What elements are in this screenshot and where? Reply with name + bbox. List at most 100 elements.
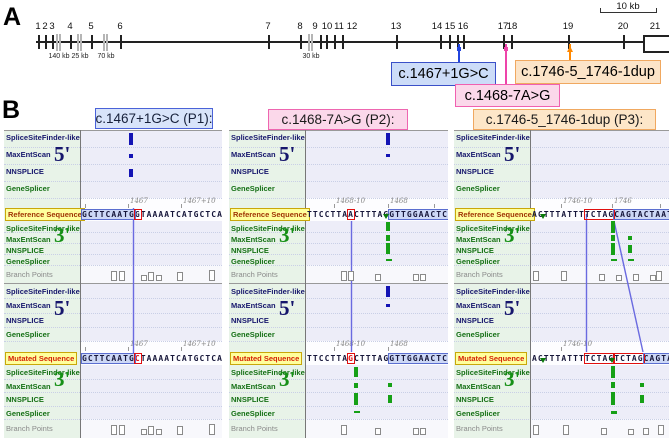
branch-point-glyph [563,425,569,435]
tool-label-nnsplice: NNSPLICE [231,167,269,176]
gap-slash [311,34,313,51]
ruler-tick [128,347,129,351]
branch-point-glyph [111,425,117,435]
tool-label-genesplicer: GeneSplicer [6,409,50,418]
exon-tick [91,35,93,49]
tool-label-maxentscan: MaxEntScan [231,301,276,310]
ruler-position-label: 1467+10 [183,340,216,348]
ruler-tick [388,204,389,208]
branch-point-glyph [141,275,147,281]
reference-sequence-label: Reference Sequence [5,208,85,221]
branch-points-label: Branch Points [231,424,278,433]
branch-point-glyph [209,424,215,435]
gap-slash [80,34,82,51]
gap-distance-label: 25 kb [71,53,88,60]
branch-point-glyph [375,274,381,281]
acceptor-score-bar [386,235,390,241]
acceptor-site-triangle-marker [383,214,389,219]
label-data-divider [530,130,531,438]
exon-number: 18 [507,21,518,32]
branch-point-glyph [601,428,607,435]
acceptor-score-bar [386,243,390,254]
ruler-tick [85,204,86,208]
acceptor-score-bar [354,383,358,388]
ruler-position-label: 1468 [390,340,408,348]
branch-point-glyph [375,428,381,435]
mutated-sequence-label: Mutated Sequence [5,352,77,365]
three-prime-label: 3' [279,223,295,248]
tool-label-splicesitefinder-like: SpliceSiteFinder-like [456,133,530,142]
exon-number: 12 [347,21,358,32]
tool-label-nnsplice: NNSPLICE [231,246,269,255]
ruler-tick [181,347,182,351]
row-divider [454,180,669,182]
gap-slash [56,34,58,51]
row-divider [229,297,448,299]
exon-tick [342,35,344,49]
ruler-tick [388,347,389,351]
branch-points-label: Branch Points [456,424,503,433]
acceptor-score-bar [628,259,634,261]
mutation-label-c1468: c.1468-7A>G [455,84,560,107]
intron-sequence: TTCCTTA [307,210,348,219]
mutation-dot-marker [457,47,461,51]
acceptor-score-bar [611,259,617,261]
tool-label-genesplicer: GeneSplicer [456,184,500,193]
label-data-divider [80,130,81,438]
dna-sequence: TTCCTTAACTTTAGGTTGGAACTC [307,210,448,220]
gap-slash [59,34,61,51]
donor-score-bar [129,154,133,158]
exon-tick [449,35,451,49]
acceptor-score-bar [640,395,644,403]
reference-sequence-label: Reference Sequence [455,208,535,221]
exon-tick [38,35,40,49]
branch-point-glyph [420,274,426,281]
branch-points-label: Branch Points [6,270,53,279]
ruler-tick [334,347,335,351]
acceptor-site-triangle-marker [540,214,546,219]
row-divider [454,340,669,342]
intron-sequence: TAAAATCATGCTCA [141,354,222,363]
exon-number: 7 [265,21,270,32]
exon-tick [463,35,465,49]
column-header-p3: c.1746-5_1746-1dup (P3): [473,109,656,130]
ruler-position-label: 1467 [130,197,148,205]
exon-tick [70,35,72,49]
gap-distance-label: 30 kb [302,53,319,60]
branch-point-glyph [643,428,649,435]
scale-bar [600,12,656,13]
row-divider [229,163,448,165]
branch-point-glyph [119,425,125,435]
mutated-sequence-label: Mutated Sequence [455,352,527,365]
branch-points-label: Branch Points [456,270,503,279]
row-divider [454,391,669,393]
tool-label-nnsplice: NNSPLICE [6,167,44,176]
dna-sequence: TTCCTTAGCTTTAGGTTGGAACTC [307,354,448,364]
five-prime-label: 5' [504,142,520,167]
acceptor-score-bar [611,221,615,233]
branch-point-glyph [111,271,117,281]
ruler-position-label: 1468 [390,197,408,205]
exon-tick [396,35,398,49]
exon-number: 13 [391,21,402,32]
exon-sequence: CAGTACTAAT [614,210,669,219]
tool-label-nnsplice: NNSPLICE [231,395,269,404]
acceptor-score-bar [354,393,358,405]
tool-label-genesplicer: GeneSplicer [231,257,275,266]
exon-tick [120,35,122,49]
acceptor-score-bar [628,236,632,240]
acceptor-score-bar [611,392,615,405]
tool-label-splicesitefinder-like: SpliceSiteFinder-like [456,287,530,296]
tool-label-nnsplice: NNSPLICE [456,167,494,176]
exon-number: 19 [563,21,574,32]
gap-distance-label: 140 kb [48,53,69,60]
exon-tick [511,35,513,49]
scale-bar-end-tick [600,8,601,13]
branch-point-glyph [119,271,125,281]
ruler-tick [334,204,335,208]
ruler-tick [128,204,129,208]
exon-tick [300,35,302,49]
variant-base: TCTAG [614,354,643,363]
exon-tick [326,35,328,49]
branch-point-glyph [420,428,426,435]
